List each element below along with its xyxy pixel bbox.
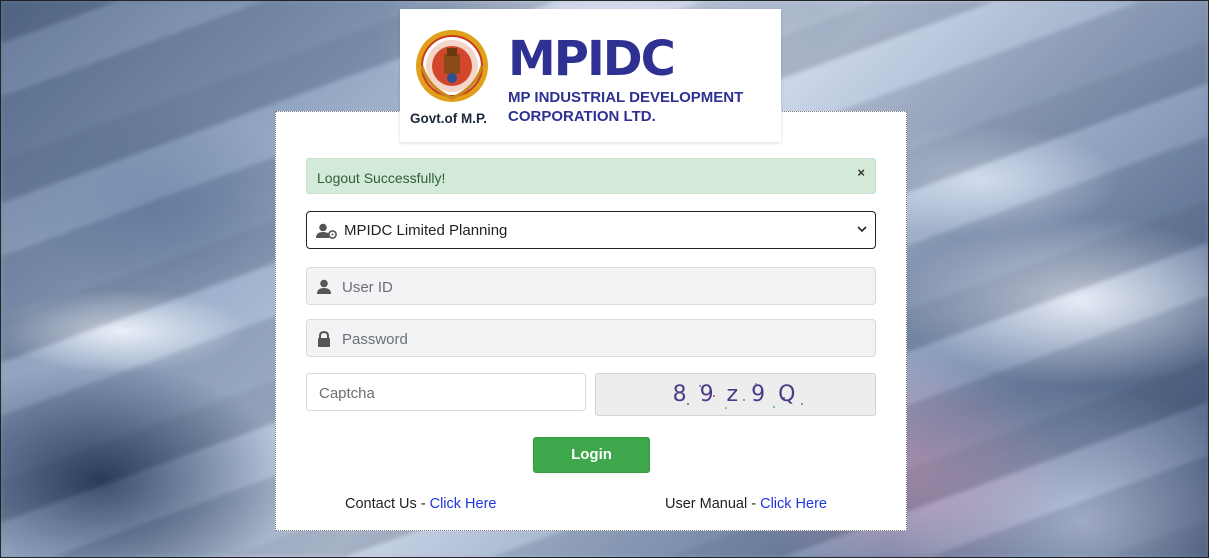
corp-name-line2: CORPORATION LTD. bbox=[508, 108, 656, 125]
contact-us: Contact Us - Click Here bbox=[345, 496, 496, 512]
brand-part1: M bbox=[508, 31, 556, 87]
captcha-field[interactable] bbox=[306, 373, 586, 412]
logo-header: Govt.of M.P. MPIDC MP INDUSTRIAL DEVELOP… bbox=[400, 9, 781, 142]
role-select[interactable]: MPIDC Limited Planning bbox=[306, 211, 876, 249]
contact-link[interactable]: Click Here bbox=[430, 496, 497, 512]
manual-link[interactable]: Click Here bbox=[760, 496, 827, 512]
login-card: Logout Successfully! × MPIDC Limited Pla… bbox=[275, 111, 907, 531]
mp-emblem-icon bbox=[416, 30, 488, 102]
lock-icon bbox=[318, 331, 330, 347]
user-manual: User Manual - Click Here bbox=[665, 496, 827, 512]
user-id-input[interactable] bbox=[340, 268, 864, 306]
login-button[interactable]: Login bbox=[533, 437, 650, 473]
contact-label: Contact Us - bbox=[345, 496, 430, 512]
password-field[interactable] bbox=[306, 319, 876, 358]
corp-name-line1: MP INDUSTRIAL DEVELOPMENT bbox=[508, 89, 744, 106]
logout-alert: Logout Successfully! × bbox=[306, 158, 876, 194]
user-icon bbox=[317, 279, 331, 294]
manual-label: User Manual - bbox=[665, 496, 761, 512]
user-id-field[interactable] bbox=[306, 267, 876, 306]
captcha-input[interactable] bbox=[317, 374, 581, 412]
captcha-image: 8 9 z 9 Q bbox=[595, 373, 876, 416]
password-input[interactable] bbox=[340, 320, 864, 358]
user-cog-icon bbox=[316, 223, 337, 239]
captcha-code: 8 9 z 9 Q bbox=[672, 382, 799, 407]
govt-label: Govt.of M.P. bbox=[410, 111, 488, 126]
alert-message: Logout Successfully! bbox=[317, 170, 446, 186]
chevron-down-icon bbox=[856, 222, 868, 238]
alert-close-button[interactable]: × bbox=[857, 165, 865, 180]
role-select-value: MPIDC Limited Planning bbox=[344, 222, 508, 239]
mpidc-logo: MPIDC bbox=[508, 35, 676, 83]
brand-part2: PIDC bbox=[553, 31, 676, 87]
